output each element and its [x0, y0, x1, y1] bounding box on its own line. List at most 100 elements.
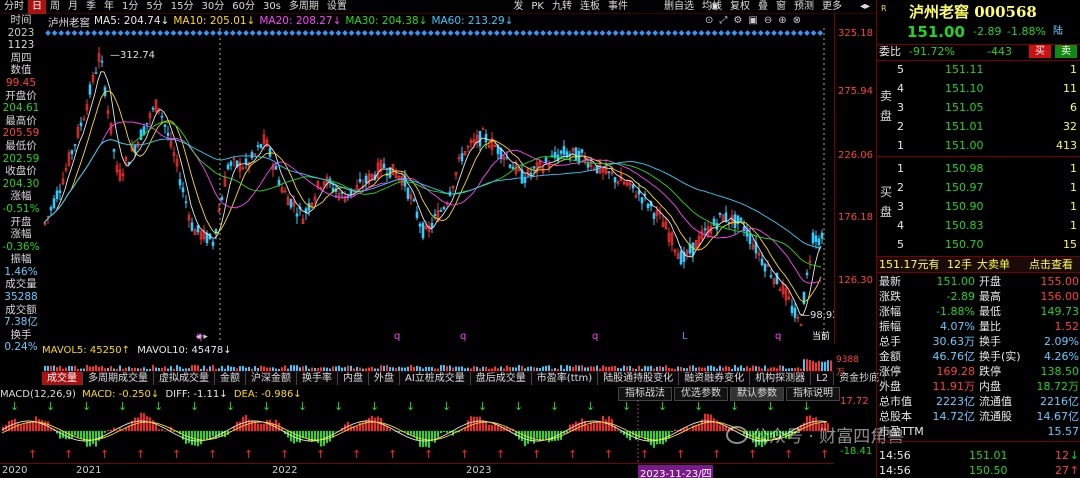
tool-4[interactable]: 事件 [604, 0, 632, 14]
buy-button[interactable]: 买 [1029, 45, 1051, 58]
period-6[interactable]: 1分 [118, 0, 142, 14]
signal-diamond [71, 30, 78, 36]
stat-label: 总股本 [879, 410, 912, 423]
bid-row[interactable]: 1 150.98 1 [877, 161, 1080, 176]
big-order-link[interactable]: 点击查看 [1029, 257, 1073, 272]
signal-diamond [810, 30, 817, 36]
tab-13[interactable]: 机构探测器 [750, 372, 812, 385]
tab-2[interactable]: 虚拟成交量 [154, 372, 215, 385]
ask-row[interactable]: 2 151.01 32 [877, 119, 1080, 134]
bid-row[interactable]: 2 150.97 1 [877, 180, 1080, 195]
tab-4[interactable]: 沪深金额 [246, 372, 297, 385]
bid-row[interactable]: 3 150.90 1 [877, 199, 1080, 214]
tab-10[interactable]: 市盈率(ttm) [532, 372, 599, 385]
kline-chart[interactable]: —312.74—98.92qqqqLq当前◂·▸ [42, 28, 834, 343]
tab-3[interactable]: 金额 [215, 372, 246, 385]
tool2-6[interactable]: 更多 [818, 0, 846, 14]
settings-icon[interactable]: ⚙ [733, 15, 742, 26]
eye-icon[interactable]: ⊙ [705, 15, 713, 26]
signal-diamond [520, 30, 527, 36]
period-10[interactable]: 60分 [228, 0, 259, 14]
signal-diamond [163, 30, 170, 36]
tab-0[interactable]: 成交量 [42, 372, 83, 385]
candle-body [718, 212, 722, 215]
candle-body [724, 212, 728, 222]
candle-body [640, 197, 644, 204]
tab-14[interactable]: L2 [811, 372, 835, 385]
eye-icon[interactable]: ◉ [710, 0, 720, 14]
price-tick: 275.94 [838, 86, 873, 97]
tab-11[interactable]: 陆股通持股变化 [598, 372, 680, 385]
period-0[interactable]: 分时 [0, 0, 28, 14]
stat-value-2: 2.09% [1044, 335, 1079, 348]
big-order-hands: 12手 [947, 258, 972, 271]
volume-chart[interactable] [42, 357, 834, 371]
stat-label: 振幅 [879, 320, 901, 333]
macd-btn-1[interactable]: 优选参数 [674, 387, 728, 401]
tool-1[interactable]: PK [527, 0, 548, 14]
minus-icon[interactable]: ⊕ [778, 15, 786, 26]
stat-value: 11.91万 [932, 380, 976, 393]
tool-3[interactable]: 连板 [576, 0, 604, 14]
tool2-3[interactable]: 叠 [754, 0, 772, 14]
ask-row[interactable]: 1 151.00 413 [877, 138, 1080, 153]
tab-6[interactable]: 内盘 [338, 372, 369, 385]
macd-bar [428, 431, 430, 448]
scroll-arrows-icon: ◂·▸ [196, 332, 208, 342]
close-icon[interactable]: ⊗ [793, 15, 801, 26]
period-11[interactable]: 30s [259, 0, 285, 14]
bid-row[interactable]: 5 150.70 15 [877, 237, 1080, 252]
period-7[interactable]: 5分 [142, 0, 166, 14]
tool2-5[interactable]: 预测 [790, 0, 818, 14]
arrow-icon[interactable]: ◂▸ [856, 0, 874, 14]
bid-price: 150.83 [945, 219, 984, 232]
period-1[interactable]: 日 [28, 0, 46, 14]
tool2-0[interactable]: 删自选 [660, 0, 698, 14]
ask-row[interactable]: 3 151.05 6 [877, 100, 1080, 115]
signal-diamond [665, 30, 672, 36]
macd-btn-0[interactable]: 指标战法 [618, 387, 672, 401]
macd-chart[interactable]: ↓ ↑ ↓ ↑ ↓ ↑ ↓ ↑ ↓ ↑ ↓ ↑ ↓ ↑ ↓ ↑ ↓ ↑ ↓ ↑ ↓ ↑ ↓ ↑ ↓ ↑ ↓ ↑ ↓ ↑ ↓ ↑ ↓ ↑ ↓ ↑ ↓ ↑ ↓ ↑… [0, 400, 834, 462]
big-order-row[interactable]: 151.17元有 12手 大卖单 点击查看 [877, 257, 1080, 272]
tab-1[interactable]: 多周期成交量 [83, 372, 154, 385]
ask-row[interactable]: 5 151.11 1 [877, 62, 1080, 77]
tool-0[interactable]: 发 [509, 0, 527, 14]
tool-2[interactable]: 九转 [548, 0, 576, 14]
macd-bar [476, 416, 478, 431]
period-4[interactable]: 季 [82, 0, 100, 14]
period-2[interactable]: 周 [46, 0, 64, 14]
weibi-row: 委比 -91.72% -443 买 卖 [877, 44, 1080, 59]
sell-button[interactable]: 卖 [1055, 45, 1077, 58]
period-8[interactable]: 15分 [167, 0, 198, 14]
bid-row[interactable]: 4 150.83 1 [877, 218, 1080, 233]
macd-bar [158, 429, 160, 431]
period-12[interactable]: 多周期 [285, 0, 323, 14]
tool2-2[interactable]: 复权 [726, 0, 754, 14]
candle-body [382, 163, 386, 168]
macd-bar [146, 416, 148, 431]
tool2-4[interactable]: 窗 [772, 0, 790, 14]
macd-btn-3[interactable]: 指标说明 [786, 387, 840, 401]
tab-8[interactable]: AI立桩成交量 [400, 372, 471, 385]
tab-5[interactable]: 换手率 [297, 372, 338, 385]
period-3[interactable]: 月 [64, 0, 82, 14]
macd-btn-2[interactable]: 默认参数 [730, 387, 784, 401]
period-5[interactable]: 年 [100, 0, 118, 14]
candle-body [100, 60, 104, 63]
up-icon[interactable]: ⊖ [764, 15, 772, 26]
signal-diamond [421, 30, 428, 36]
macd-bar [689, 430, 691, 431]
tab-7[interactable]: 外盘 [369, 372, 400, 385]
ask-row[interactable]: 4 151.10 11 [877, 81, 1080, 96]
macd-bar [140, 412, 142, 431]
period-13[interactable]: 设置 [323, 0, 351, 14]
tab-9[interactable]: 盘后成交量 [471, 372, 532, 385]
period-9[interactable]: 30分 [197, 0, 228, 14]
signal-diamond [454, 30, 461, 36]
buy-arrow-icon: ↑ [352, 448, 361, 461]
expand-icon[interactable]: ⤢ [719, 15, 727, 26]
collapse-icon[interactable]: ▣ [748, 15, 757, 26]
last-price: 151.00 [907, 23, 965, 41]
quote-panel: R 泸州老窖 000568 151.00 -2.89 -1.88% 陆 委比 -… [876, 0, 1080, 478]
tab-12[interactable]: 融资融券变化 [679, 372, 751, 385]
